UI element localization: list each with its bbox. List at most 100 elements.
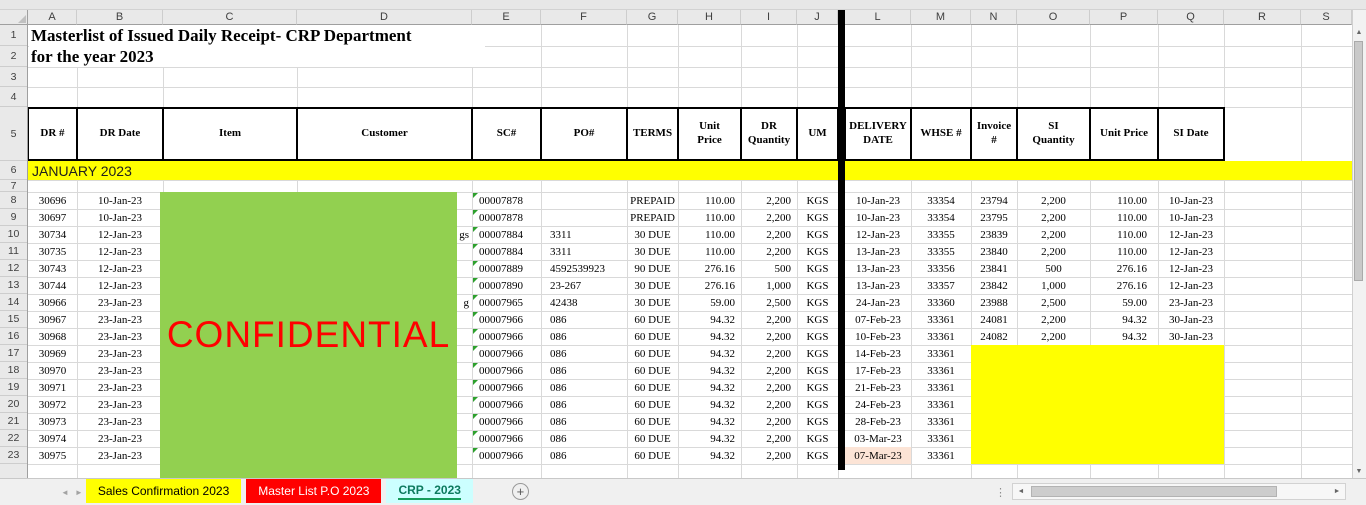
cell-A12[interactable]: 30743 xyxy=(28,260,77,277)
cell-A17[interactable]: 30969 xyxy=(28,345,77,362)
cell-E15[interactable]: 00007966 xyxy=(472,311,541,328)
cell-Q13[interactable]: 12-Jan-23 xyxy=(1158,277,1224,294)
cell-I18[interactable]: 2,200 xyxy=(741,362,797,379)
table-header-unit-price[interactable]: Unit Price xyxy=(677,107,742,161)
cell-G10[interactable]: 30 DUE xyxy=(627,226,678,243)
cell-F11[interactable]: 3311 xyxy=(541,243,627,260)
cell-J12[interactable]: KGS xyxy=(797,260,838,277)
cell-L8[interactable]: 10-Jan-23 xyxy=(845,192,911,209)
cell-H17[interactable]: 94.32 xyxy=(678,345,741,362)
cell-G22[interactable]: 60 DUE xyxy=(627,430,678,447)
cell-G18[interactable]: 60 DUE xyxy=(627,362,678,379)
cell-N13[interactable]: 23842 xyxy=(971,277,1017,294)
cell-F13[interactable]: 23-267 xyxy=(541,277,627,294)
cell-A11[interactable]: 30735 xyxy=(28,243,77,260)
cell-P10[interactable]: 110.00 xyxy=(1090,226,1158,243)
table-header-dr-date[interactable]: DR Date xyxy=(76,107,164,161)
scroll-up-icon[interactable]: ▲ xyxy=(1352,25,1366,39)
cell-H11[interactable]: 110.00 xyxy=(678,243,741,260)
cell-M18[interactable]: 33361 xyxy=(911,362,971,379)
cell-O9[interactable]: 2,200 xyxy=(1017,209,1090,226)
cell-A22[interactable]: 30974 xyxy=(28,430,77,447)
row-header-9[interactable]: 9 xyxy=(0,209,27,226)
cell-N10[interactable]: 23839 xyxy=(971,226,1017,243)
cell-M21[interactable]: 33361 xyxy=(911,413,971,430)
table-header-si-qty[interactable]: SI Quantity xyxy=(1016,107,1091,161)
row-header-3[interactable]: 3 xyxy=(0,67,27,87)
cell-E16[interactable]: 00007966 xyxy=(472,328,541,345)
cell-E20[interactable]: 00007966 xyxy=(472,396,541,413)
cell-J13[interactable]: KGS xyxy=(797,277,838,294)
table-header-dr[interactable]: DR # xyxy=(27,107,78,161)
cell-E8[interactable]: 00007878 xyxy=(472,192,541,209)
sheet-nav-right-icon[interactable]: ► xyxy=(72,488,86,497)
cell-P16[interactable]: 94.32 xyxy=(1090,328,1158,345)
cell-I17[interactable]: 2,200 xyxy=(741,345,797,362)
cell-G15[interactable]: 60 DUE xyxy=(627,311,678,328)
cell-H19[interactable]: 94.32 xyxy=(678,379,741,396)
row-header-5[interactable]: 5 xyxy=(0,107,27,161)
cell-I11[interactable]: 2,200 xyxy=(741,243,797,260)
cell-P8[interactable]: 110.00 xyxy=(1090,192,1158,209)
col-header-G[interactable]: G xyxy=(627,10,678,25)
cell-M13[interactable]: 33357 xyxy=(911,277,971,294)
cell-N15[interactable]: 24081 xyxy=(971,311,1017,328)
cell-M8[interactable]: 33354 xyxy=(911,192,971,209)
cell-M19[interactable]: 33361 xyxy=(911,379,971,396)
cell-I10[interactable]: 2,200 xyxy=(741,226,797,243)
cell-G19[interactable]: 60 DUE xyxy=(627,379,678,396)
cell-L9[interactable]: 10-Jan-23 xyxy=(845,209,911,226)
cell-B15[interactable]: 23-Jan-23 xyxy=(77,311,163,328)
row-header-21[interactable]: 21 xyxy=(0,413,27,430)
cell-E18[interactable]: 00007966 xyxy=(472,362,541,379)
cell-G13[interactable]: 30 DUE xyxy=(627,277,678,294)
cell-I12[interactable]: 500 xyxy=(741,260,797,277)
table-header-si-date[interactable]: SI Date xyxy=(1157,107,1225,161)
cell-H12[interactable]: 276.16 xyxy=(678,260,741,277)
cell-I23[interactable]: 2,200 xyxy=(741,447,797,464)
cell-P15[interactable]: 94.32 xyxy=(1090,311,1158,328)
cell-Q15[interactable]: 30-Jan-23 xyxy=(1158,311,1224,328)
col-header-O[interactable]: O xyxy=(1017,10,1090,25)
cell-H22[interactable]: 94.32 xyxy=(678,430,741,447)
scroll-down-icon[interactable]: ▼ xyxy=(1352,464,1366,478)
cell-E12[interactable]: 00007889 xyxy=(472,260,541,277)
cell-O15[interactable]: 2,200 xyxy=(1017,311,1090,328)
col-header-R[interactable]: R xyxy=(1224,10,1301,25)
col-header-F[interactable]: F xyxy=(541,10,627,25)
col-header-S[interactable]: S xyxy=(1301,10,1352,25)
cell-L11[interactable]: 13-Jan-23 xyxy=(845,243,911,260)
cell-E19[interactable]: 00007966 xyxy=(472,379,541,396)
row-header-22[interactable]: 22 xyxy=(0,430,27,447)
vertical-scrollbar-thumb[interactable] xyxy=(1354,41,1363,281)
cell-A14[interactable]: 30966 xyxy=(28,294,77,311)
row-header-20[interactable]: 20 xyxy=(0,396,27,413)
table-header-terms[interactable]: TERMS xyxy=(626,107,679,161)
cell-I20[interactable]: 2,200 xyxy=(741,396,797,413)
cell-Q11[interactable]: 12-Jan-23 xyxy=(1158,243,1224,260)
horizontal-scrollbar-track[interactable] xyxy=(1029,484,1329,499)
cell-A8[interactable]: 30696 xyxy=(28,192,77,209)
cell-F10[interactable]: 3311 xyxy=(541,226,627,243)
cell-A20[interactable]: 30972 xyxy=(28,396,77,413)
cell-H8[interactable]: 110.00 xyxy=(678,192,741,209)
cell-E11[interactable]: 00007884 xyxy=(472,243,541,260)
cell-P14[interactable]: 59.00 xyxy=(1090,294,1158,311)
table-header-um[interactable]: UM xyxy=(796,107,839,161)
col-header-Q[interactable]: Q xyxy=(1158,10,1224,25)
cell-M12[interactable]: 33356 xyxy=(911,260,971,277)
cell-J22[interactable]: KGS xyxy=(797,430,838,447)
cell-M16[interactable]: 33361 xyxy=(911,328,971,345)
cell-J21[interactable]: KGS xyxy=(797,413,838,430)
cell-I8[interactable]: 2,200 xyxy=(741,192,797,209)
table-header-item[interactable]: Item xyxy=(162,107,298,161)
cell-I19[interactable]: 2,200 xyxy=(741,379,797,396)
col-header-B[interactable]: B xyxy=(77,10,163,25)
cell-A10[interactable]: 30734 xyxy=(28,226,77,243)
cell-A15[interactable]: 30967 xyxy=(28,311,77,328)
cell-L17[interactable]: 14-Feb-23 xyxy=(845,345,911,362)
col-header-L[interactable]: L xyxy=(845,10,911,25)
row-header-2[interactable]: 2 xyxy=(0,46,27,67)
table-header-invoice[interactable]: Invoice # xyxy=(970,107,1018,161)
cell-L10[interactable]: 12-Jan-23 xyxy=(845,226,911,243)
